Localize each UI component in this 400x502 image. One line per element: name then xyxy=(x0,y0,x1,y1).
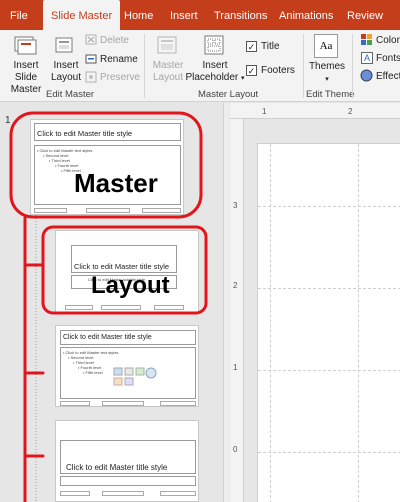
master-layout-label: Master Layout xyxy=(152,60,184,83)
delete-button[interactable]: Delete xyxy=(100,35,129,47)
insert-placeholder-button[interactable]: Insert Placeholder ▾ xyxy=(185,60,245,85)
group-separator xyxy=(144,34,145,98)
master-layout-button[interactable]: Master Layout xyxy=(149,60,187,84)
rename-icon xyxy=(85,54,97,64)
master-layout-group-label: Master Layout xyxy=(198,89,259,100)
master-layout-icon xyxy=(157,36,177,54)
guide-line xyxy=(270,144,271,502)
insert-slide-master-button[interactable]: Insert Slide Master xyxy=(1,60,51,96)
footers-checkbox-label: Footers xyxy=(261,65,295,76)
insert-placeholder-label: Insert Placeholder xyxy=(185,60,239,83)
guide-line xyxy=(258,288,400,289)
rename-button[interactable]: Rename xyxy=(100,54,138,66)
themes-label: Themes xyxy=(308,61,346,72)
tab-transitions[interactable]: Transitions xyxy=(214,0,267,30)
title-checkbox-label: Title xyxy=(261,41,280,52)
fonts-button[interactable]: Fonts xyxy=(376,53,400,65)
tab-file[interactable]: File xyxy=(10,0,28,30)
tab-insert[interactable]: Insert xyxy=(170,0,198,30)
ruler-number: 2 xyxy=(233,281,238,290)
colors-icon xyxy=(361,34,372,45)
insert-slide-master-icon xyxy=(14,36,37,55)
tab-slide-master[interactable]: Slide Master xyxy=(43,0,121,30)
insert-placeholder-icon xyxy=(204,35,224,55)
guide-line xyxy=(258,370,400,371)
guide-line xyxy=(358,144,359,502)
delete-icon xyxy=(85,34,97,45)
ruler-number: 1 xyxy=(233,363,238,372)
guide-line xyxy=(258,452,400,453)
edit-theme-group-label: Edit Theme xyxy=(306,89,355,100)
tab-review[interactable]: Review xyxy=(347,0,383,30)
tab-animations[interactable]: Animations xyxy=(279,0,333,30)
red-annotation-overlay xyxy=(9,111,208,502)
title-checkbox[interactable]: ✓ xyxy=(246,41,257,52)
colors-button[interactable]: Colors xyxy=(376,35,400,47)
themes-icon: Aa xyxy=(314,34,338,58)
group-separator xyxy=(303,34,304,98)
themes-button[interactable]: Themes ▾ xyxy=(307,61,347,86)
footers-checkbox[interactable]: ✓ xyxy=(246,65,257,76)
edit-master-group-label: Edit Master xyxy=(46,89,95,100)
ruler-number: 3 xyxy=(233,201,238,210)
fonts-icon: A xyxy=(361,52,373,64)
insert-layout-icon xyxy=(55,37,73,53)
tab-home[interactable]: Home xyxy=(124,0,153,30)
slide-canvas[interactable] xyxy=(257,143,400,502)
guide-line xyxy=(258,206,400,207)
group-separator xyxy=(352,34,353,98)
chevron-down-icon: ▾ xyxy=(241,75,245,82)
thumbnail-scrollbar[interactable] xyxy=(223,103,229,502)
ribbon-tab-bar: File Slide Master Home Insert Transition… xyxy=(0,0,400,30)
ruler-number: 0 xyxy=(233,445,238,454)
insert-layout-label: Insert Layout xyxy=(50,60,82,83)
chevron-down-icon: ▾ xyxy=(325,76,329,83)
effects-icon xyxy=(360,69,373,82)
preserve-button[interactable]: Preserve xyxy=(100,72,140,84)
ruler-number: 1 xyxy=(262,107,267,116)
vertical-ruler: 3 2 1 0 xyxy=(230,119,244,502)
effects-button[interactable]: Effects xyxy=(376,71,400,83)
insert-layout-button[interactable]: Insert Layout xyxy=(50,60,82,84)
horizontal-ruler: 1 2 xyxy=(230,103,400,119)
preserve-icon xyxy=(85,71,97,83)
insert-slide-master-label: Insert Slide Master xyxy=(10,60,42,95)
ruler-number: 2 xyxy=(348,107,353,116)
